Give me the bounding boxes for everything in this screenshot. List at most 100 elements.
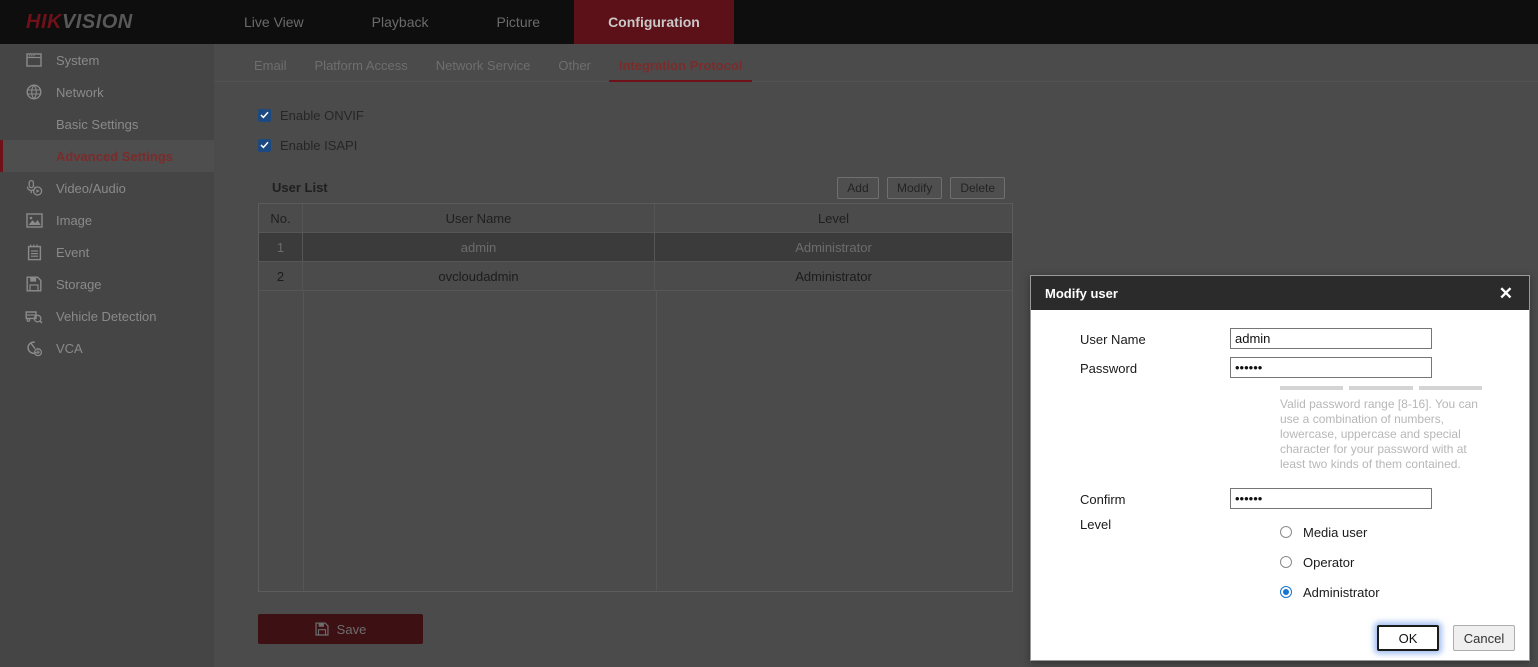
sidebar-item-label: Basic Settings — [56, 117, 138, 132]
cell-level: Administrator — [655, 233, 1012, 261]
radio-unchecked-icon[interactable] — [1280, 556, 1292, 568]
password-field-row: Password — [1031, 357, 1529, 378]
radio-administrator[interactable]: Administrator — [1280, 577, 1380, 607]
password-strength-meter — [1280, 386, 1482, 390]
enable-isapi-label: Enable ISAPI — [280, 138, 357, 153]
add-button[interactable]: Add — [837, 177, 879, 199]
radio-label: Media user — [1303, 525, 1367, 540]
tab-network-service[interactable]: Network Service — [422, 58, 545, 81]
user-name-field-row: User Name — [1031, 328, 1529, 349]
nav-configuration[interactable]: Configuration — [574, 0, 734, 44]
save-button-label: Save — [337, 622, 367, 637]
sidebar-item-label: Image — [56, 213, 92, 228]
checkbox-checked-icon[interactable] — [258, 139, 271, 152]
dialog-footer: OK Cancel — [1377, 625, 1515, 651]
password-label: Password — [1080, 357, 1230, 376]
top-bar: HIKVISION Live View Playback Picture Con… — [0, 0, 1538, 44]
sidebar-item-video-audio[interactable]: Video/Audio — [0, 172, 214, 204]
radio-operator[interactable]: Operator — [1280, 547, 1380, 577]
password-input[interactable] — [1230, 357, 1432, 378]
cell-user-name: admin — [303, 233, 655, 261]
level-field-row: Level Media user Operator Administrator — [1031, 517, 1529, 607]
delete-button[interactable]: Delete — [950, 177, 1005, 199]
radio-media-user[interactable]: Media user — [1280, 517, 1380, 547]
user-list-panel: User List Add Modify Delete No. User Nam… — [258, 172, 1013, 592]
globe-icon — [24, 82, 44, 102]
dialog-body: User Name Password Valid password range … — [1031, 310, 1529, 660]
enable-onvif-checkbox-row[interactable]: Enable ONVIF — [258, 100, 428, 130]
sidebar-item-network[interactable]: Network — [0, 76, 214, 108]
tab-integration-protocol[interactable]: Integration Protocol — [605, 58, 757, 81]
nav-playback[interactable]: Playback — [338, 0, 463, 44]
tab-platform-access[interactable]: Platform Access — [301, 58, 422, 81]
confirm-field-row: Confirm — [1031, 488, 1529, 509]
enable-onvif-label: Enable ONVIF — [280, 108, 364, 123]
sidebar-item-label: Network — [56, 85, 104, 100]
table-row[interactable]: 1 admin Administrator — [259, 233, 1012, 262]
strength-segment — [1349, 386, 1412, 390]
user-name-input[interactable] — [1230, 328, 1432, 349]
user-list-title: User List — [272, 180, 328, 195]
table-empty-col-user — [304, 291, 657, 591]
strength-segment — [1419, 386, 1482, 390]
sidebar-item-vca[interactable]: VCA — [0, 332, 214, 364]
vehicle-search-icon — [24, 306, 44, 326]
tab-email[interactable]: Email — [240, 58, 301, 81]
modify-user-dialog: Modify user ✕ User Name Password Valid p… — [1030, 275, 1530, 661]
table-empty-col-no — [259, 291, 304, 591]
sidebar-item-system[interactable]: System — [0, 44, 214, 76]
nav-picture[interactable]: Picture — [462, 0, 574, 44]
sidebar-item-label: Advanced Settings — [56, 149, 173, 164]
table-header-row: No. User Name Level — [259, 204, 1012, 233]
table-empty-area — [259, 291, 1012, 591]
clipboard-icon — [24, 242, 44, 262]
enable-isapi-checkbox-row[interactable]: Enable ISAPI — [258, 130, 428, 160]
floppy-disk-icon — [24, 274, 44, 294]
cancel-button[interactable]: Cancel — [1453, 625, 1515, 651]
sidebar-item-storage[interactable]: Storage — [0, 268, 214, 300]
window-icon — [24, 50, 44, 70]
sidebar: System Network Basic Settings Advanced S… — [0, 44, 214, 667]
sidebar-item-advanced-settings[interactable]: Advanced Settings — [0, 140, 214, 172]
user-table: No. User Name Level 1 admin Administrato… — [258, 204, 1013, 592]
sidebar-item-label: System — [56, 53, 99, 68]
table-empty-col-level — [657, 291, 1012, 591]
radio-unchecked-icon[interactable] — [1280, 526, 1292, 538]
table-row[interactable]: 2 ovcloudadmin Administrator — [259, 262, 1012, 291]
radio-checked-icon[interactable] — [1280, 586, 1292, 598]
password-hint-text: Valid password range [8-16]. You can use… — [1280, 397, 1485, 472]
sidebar-item-basic-settings[interactable]: Basic Settings — [0, 108, 214, 140]
brand-vision-text: VISION — [62, 11, 133, 33]
radio-label: Operator — [1303, 555, 1354, 570]
close-icon[interactable]: ✕ — [1497, 283, 1515, 304]
tab-other[interactable]: Other — [544, 58, 605, 81]
column-header-level: Level — [655, 204, 1012, 232]
cell-user-name: ovcloudadmin — [303, 262, 655, 290]
user-list-actions: Add Modify Delete — [837, 177, 1005, 199]
column-header-user-name: User Name — [303, 204, 655, 232]
save-button[interactable]: Save — [258, 614, 423, 644]
sidebar-item-label: Vehicle Detection — [56, 309, 156, 324]
sidebar-item-vehicle-detection[interactable]: Vehicle Detection — [0, 300, 214, 332]
sidebar-item-event[interactable]: Event — [0, 236, 214, 268]
brand-hik-text: HIK — [26, 11, 62, 33]
floppy-disk-icon — [315, 622, 329, 636]
microphone-icon — [24, 178, 44, 198]
tab-strip: Email Platform Access Network Service Ot… — [214, 44, 1538, 82]
strength-segment — [1280, 386, 1343, 390]
cell-level: Administrator — [655, 262, 1012, 290]
checkbox-checked-icon[interactable] — [258, 109, 271, 122]
confirm-password-input[interactable] — [1230, 488, 1432, 509]
ok-button[interactable]: OK — [1377, 625, 1439, 651]
sidebar-item-label: Video/Audio — [56, 181, 126, 196]
top-navigation: Live View Playback Picture Configuration — [210, 0, 734, 44]
sidebar-item-image[interactable]: Image — [0, 204, 214, 236]
cell-no: 2 — [259, 262, 303, 290]
dialog-title-bar: Modify user ✕ — [1031, 276, 1529, 310]
column-header-no: No. — [259, 204, 303, 232]
nav-live-view[interactable]: Live View — [210, 0, 338, 44]
sidebar-item-label: Storage — [56, 277, 102, 292]
modify-button[interactable]: Modify — [887, 177, 942, 199]
vca-icon — [24, 338, 44, 358]
image-icon — [24, 210, 44, 230]
